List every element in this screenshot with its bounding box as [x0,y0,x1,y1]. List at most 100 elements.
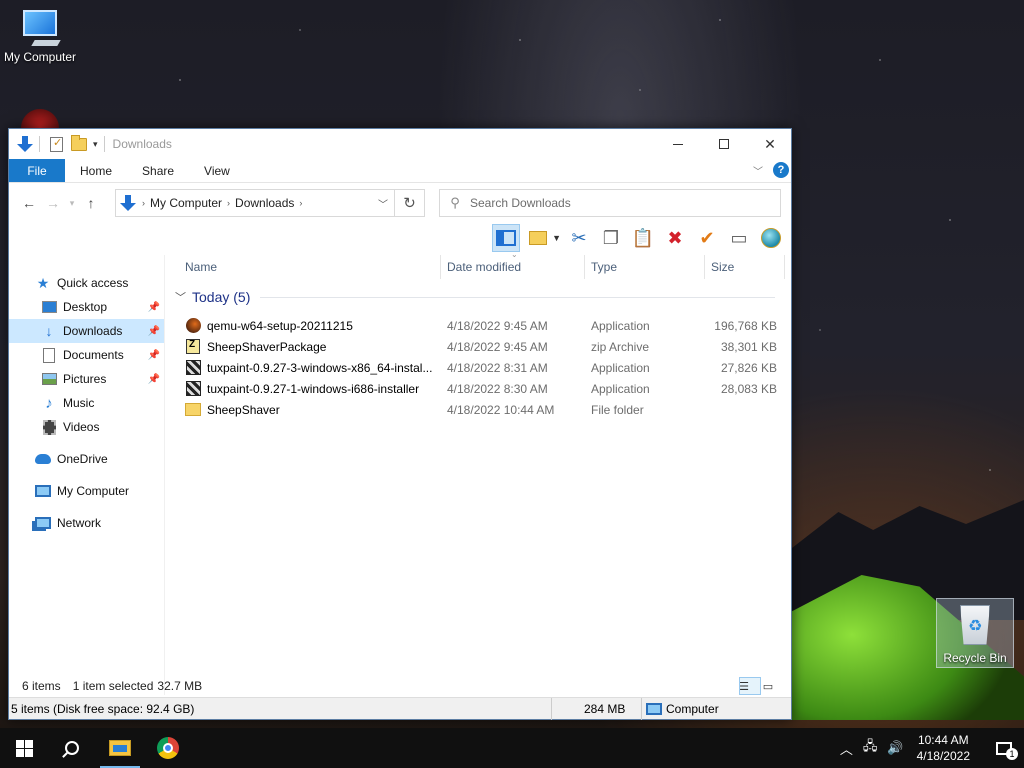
nav-documents[interactable]: Documents 📌 [9,343,164,367]
search-box[interactable]: ⚲ Search Downloads [439,189,781,217]
recent-locations-icon[interactable]: ▾ [65,198,79,209]
preview-pane-button[interactable] [492,224,521,252]
breadcrumb-separator[interactable]: › [142,198,145,208]
taskbar-chrome[interactable] [144,728,192,768]
documents-icon [41,347,57,363]
delete-button[interactable]: ✖ [661,224,689,252]
file-row[interactable]: SheepShaverPackage 4/18/2022 9:45 AM zip… [165,336,791,357]
refresh-icon: ↻ [403,195,416,212]
new-folder-icon[interactable] [71,134,87,151]
column-date-modified[interactable]: ⌄ Date modified [441,250,585,279]
sort-indicator-icon: ⌄ [511,250,518,259]
nav-pictures[interactable]: Pictures 📌 [9,367,164,391]
tab-share[interactable]: Share [127,159,189,182]
clock[interactable]: 10:44 AM 4/18/2022 [909,732,984,764]
group-header-today[interactable]: ﹀ Today (5) [175,289,775,305]
column-type[interactable]: Type [585,255,705,279]
star-icon: ★ [36,274,50,291]
folder-icon [185,399,201,420]
file-date: 4/18/2022 9:45 AM [447,318,548,333]
file-date: 4/18/2022 8:30 AM [447,381,548,396]
tab-home[interactable]: Home [65,159,127,182]
breadcrumb-separator[interactable]: › [227,198,230,208]
column-size[interactable]: Size [705,255,785,279]
nav-videos[interactable]: Videos [9,415,164,439]
address-history-dropdown-icon[interactable]: ﹀ [378,196,388,211]
customize-quick-access-icon[interactable]: ▾ [93,139,98,150]
paste-button[interactable]: 📋 [629,224,657,252]
desktop-app-icon[interactable] [18,106,62,130]
file-rows: qemu-w64-setup-20211215 4/18/2022 9:45 A… [165,315,791,420]
nav-quick-access[interactable]: ★ Quick access [9,271,164,295]
search-button[interactable] [48,728,96,768]
file-row[interactable]: tuxpaint-0.9.27-3-windows-x86_64-instal.… [165,357,791,378]
minimize-button[interactable] [655,129,701,159]
refresh-button[interactable]: ↻ [395,189,425,217]
shell-button[interactable] [757,224,785,252]
file-row[interactable]: SheepShaver 4/18/2022 10:44 AM File fold… [165,399,791,420]
computer-icon [646,702,662,715]
start-button[interactable] [0,728,48,768]
file-row[interactable]: qemu-w64-setup-20211215 4/18/2022 9:45 A… [165,315,791,336]
search-input[interactable]: Search Downloads [470,196,571,210]
chevron-down-icon[interactable]: ﹀ [175,289,186,305]
pin-icon[interactable]: 📌 [148,326,160,337]
title-bar[interactable]: ▾ Downloads ✕ [9,129,791,159]
details-view-button[interactable]: ☰ [739,677,761,695]
large-icons-view-button[interactable]: ▭ [763,677,785,695]
breadcrumb-my-computer[interactable]: My Computer [150,196,222,210]
breadcrumb-separator[interactable]: › [299,198,302,208]
expand-ribbon-icon[interactable]: ﹀ [753,163,763,178]
desktop-icon-label: My Computer [3,50,77,64]
rename-button[interactable]: ▭ [725,224,753,252]
pin-icon[interactable]: 📌 [148,374,160,385]
downloads-icon: ↓ [45,323,53,339]
desktop-icon-recycle-bin[interactable]: Recycle Bin [936,598,1014,668]
back-button[interactable]: ← [17,195,41,211]
desktop-icon-label: Recycle Bin [943,651,1007,665]
search-icon: ⚲ [450,195,460,210]
nav-music[interactable]: ♪ Music [9,391,164,415]
desktop-icon-my-computer[interactable]: My Computer [2,10,78,64]
file-date: 4/18/2022 10:44 AM [447,402,555,417]
divider [39,136,40,152]
clipboard-icon: 📋 [631,227,655,248]
nav-label: Network [57,516,102,530]
pin-icon[interactable]: 📌 [148,350,160,361]
nav-network[interactable]: Network [9,511,164,535]
up-button[interactable]: ↑ [79,195,103,211]
maximize-button[interactable] [701,129,747,159]
file-date: 4/18/2022 8:31 AM [447,360,548,375]
properties-icon[interactable] [50,136,63,152]
music-note-icon: ♪ [45,394,53,412]
properties-button[interactable]: ✔ [693,224,721,252]
nav-my-computer[interactable]: My Computer [9,479,164,503]
cut-button[interactable]: ✂ [565,224,593,252]
forward-button[interactable]: → [41,195,65,211]
network-status-icon[interactable]: 🖧 [858,737,883,759]
volume-icon[interactable]: 🔊 [882,740,908,756]
nav-downloads[interactable]: ↓ Downloads 📌 [9,319,164,343]
new-folder-button[interactable] [524,224,552,252]
breadcrumb-downloads[interactable]: Downloads [235,196,294,210]
copy-button[interactable]: ❐ [597,224,625,252]
close-button[interactable]: ✕ [747,129,793,159]
taskbar-file-explorer[interactable] [96,728,144,768]
file-row[interactable]: tuxpaint-0.9.27-1-windows-i686-installer… [165,378,791,399]
column-name[interactable]: Name [179,255,441,279]
installer-icon [185,378,201,399]
nav-onedrive[interactable]: OneDrive [9,447,164,471]
address-bar[interactable]: › My Computer › Downloads › ﹀ [115,189,395,217]
notification-center-button[interactable]: 1 [984,728,1024,768]
help-icon[interactable]: ? [773,162,789,178]
qemu-icon [185,315,201,336]
tab-view[interactable]: View [189,159,245,182]
pin-icon[interactable]: 📌 [148,302,160,313]
preview-pane-icon [496,230,517,246]
explorer-window[interactable]: ▾ Downloads ✕ File Home Share View ﹀ ? ←… [8,128,792,720]
file-type: zip Archive [591,339,650,354]
chevron-up-icon[interactable]: ︿ [835,739,858,758]
nav-desktop[interactable]: Desktop 📌 [9,295,164,319]
tab-file[interactable]: File [9,159,65,182]
new-item-dropdown-icon[interactable]: ▼ [552,233,561,243]
